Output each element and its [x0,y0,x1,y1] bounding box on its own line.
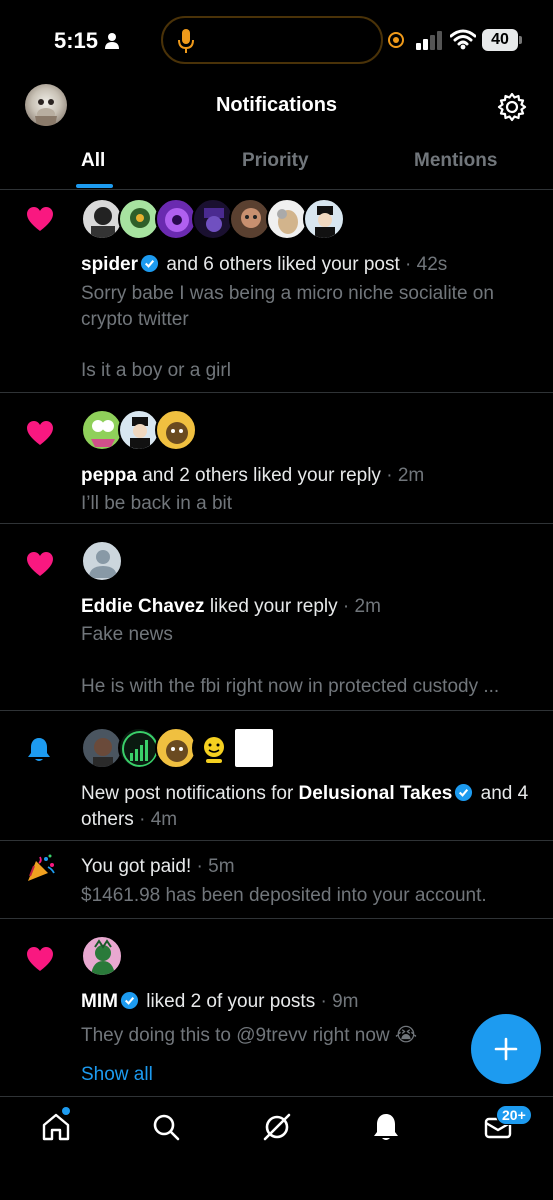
notification-item[interactable]: New post notifications for Delusional Ta… [0,711,553,841]
recording-indicator-icon [388,32,404,48]
avatar[interactable] [266,198,308,240]
bell-icon [28,738,50,761]
microphone-icon [178,29,194,53]
avatar[interactable] [81,935,123,977]
show-all-link[interactable]: Show all [81,1064,153,1086]
post-preview: Sorry babe I was being a micro niche soc… [81,283,494,304]
bottom-nav: 20+ [0,1096,553,1200]
avatar[interactable] [155,727,197,769]
payment-detail: $1461.98 has been deposited into your ac… [81,885,487,906]
party-popper-icon [28,854,55,881]
timestamp: 9m [332,991,359,1012]
verified-badge-icon [120,991,138,1010]
verified-badge-icon [140,254,159,273]
grok-icon[interactable] [261,1111,293,1143]
timestamp: 2m [354,596,381,617]
post-preview: They doing this to @9trevv right now 😭 [81,1025,418,1046]
compose-button[interactable] [471,1014,541,1084]
timestamp: 4m [150,809,178,830]
home-icon[interactable] [40,1111,72,1143]
post-preview: crypto twitter [81,309,189,330]
notification-item[interactable]: MIM liked 2 of your posts · 9m They doin… [0,919,553,1096]
avatar[interactable] [118,409,160,451]
post-preview: Fake news [81,624,173,645]
default-avatar[interactable] [81,540,123,582]
timestamp: 2m [397,465,425,486]
avatar[interactable] [118,198,160,240]
heart-icon [27,947,53,971]
action-text: liked your reply [209,596,338,617]
timestamp: 5m [208,856,235,877]
header: Notifications All Priority Mentions [0,84,553,190]
bell-icon[interactable] [370,1111,402,1143]
avatar-stack [81,540,123,582]
action-text: New post notifications for [81,783,294,804]
verified-badge-icon [455,783,473,802]
notification-item[interactable]: Eddie Chavez liked your reply · 2m Fake … [0,524,553,711]
actor-name[interactable]: peppa [81,465,137,486]
notification-item[interactable]: spider and 6 others liked your post · 42… [0,190,553,393]
avatar[interactable] [233,727,275,769]
tab-all[interactable]: All [81,150,105,172]
post-preview: I’ll be back in a bit [81,493,233,514]
notification-item[interactable]: peppa and 2 others liked your reply · 2m… [0,393,553,524]
avatar-stack [81,935,123,977]
actor-name[interactable]: spider [81,254,138,275]
action-text: liked 2 of your posts [146,991,316,1012]
notification-text: MIM liked 2 of your posts · 9m [81,991,359,1012]
notification-text: spider and 6 others liked your post · 42… [81,254,448,275]
battery-cap [519,36,522,44]
notification-text: Eddie Chavez liked your reply · 2m [81,596,381,617]
tab-priority[interactable]: Priority [242,150,309,172]
action-text: and 6 others liked your post [166,254,400,275]
post-preview: He is with the fbi right now in protecte… [81,676,500,697]
avatar[interactable] [81,409,123,451]
notification-text: New post notifications for Delusional Ta… [81,783,529,830]
unread-dot [62,1107,70,1115]
person-icon [105,33,119,49]
post-preview: Is it a boy or a girl [81,360,231,381]
timestamp: 42s [416,254,448,275]
avatar[interactable] [81,198,123,240]
avatar[interactable] [192,198,234,240]
avatar[interactable] [303,198,345,240]
avatar[interactable] [192,727,234,769]
heart-icon [27,207,53,231]
notification-tabs: All Priority Mentions [0,144,553,190]
avatar[interactable] [155,409,197,451]
avatar-stack [81,198,345,240]
status-bar: 5:15 40 [0,0,553,84]
notification-item[interactable]: You got paid! · 5m $1461.98 has been dep… [0,841,553,919]
cellular-signal-icon [416,31,442,50]
action-text: and [480,783,513,804]
avatar[interactable] [155,198,197,240]
page-title: Notifications [215,94,338,116]
gear-icon[interactable] [497,92,527,122]
actor-name[interactable]: Delusional Takes [299,783,453,804]
actor-name[interactable]: MIM [81,991,118,1012]
avatar[interactable] [81,727,123,769]
battery-indicator: 40 [482,29,518,51]
heart-icon [27,421,53,445]
notification-text: peppa and 2 others liked your reply · 2m [81,465,425,486]
heart-icon [27,552,53,576]
dynamic-island [161,16,383,64]
avatar-stack [81,409,197,451]
active-tab-indicator [76,184,113,188]
tab-mentions[interactable]: Mentions [414,150,497,172]
wifi-icon [450,29,476,50]
actor-name[interactable]: Eddie Chavez [81,596,205,617]
search-icon[interactable] [150,1111,182,1143]
messages-badge: 20+ [496,1105,532,1125]
action-text: You got paid! [81,856,192,877]
avatar-stack [81,727,275,769]
status-time: 5:15 [54,28,99,53]
avatar[interactable] [229,198,271,240]
avatar[interactable] [118,727,160,769]
notification-text: You got paid! · 5m [81,856,235,877]
action-text: and 2 others liked your reply [142,465,381,486]
plus-icon [494,1037,518,1061]
